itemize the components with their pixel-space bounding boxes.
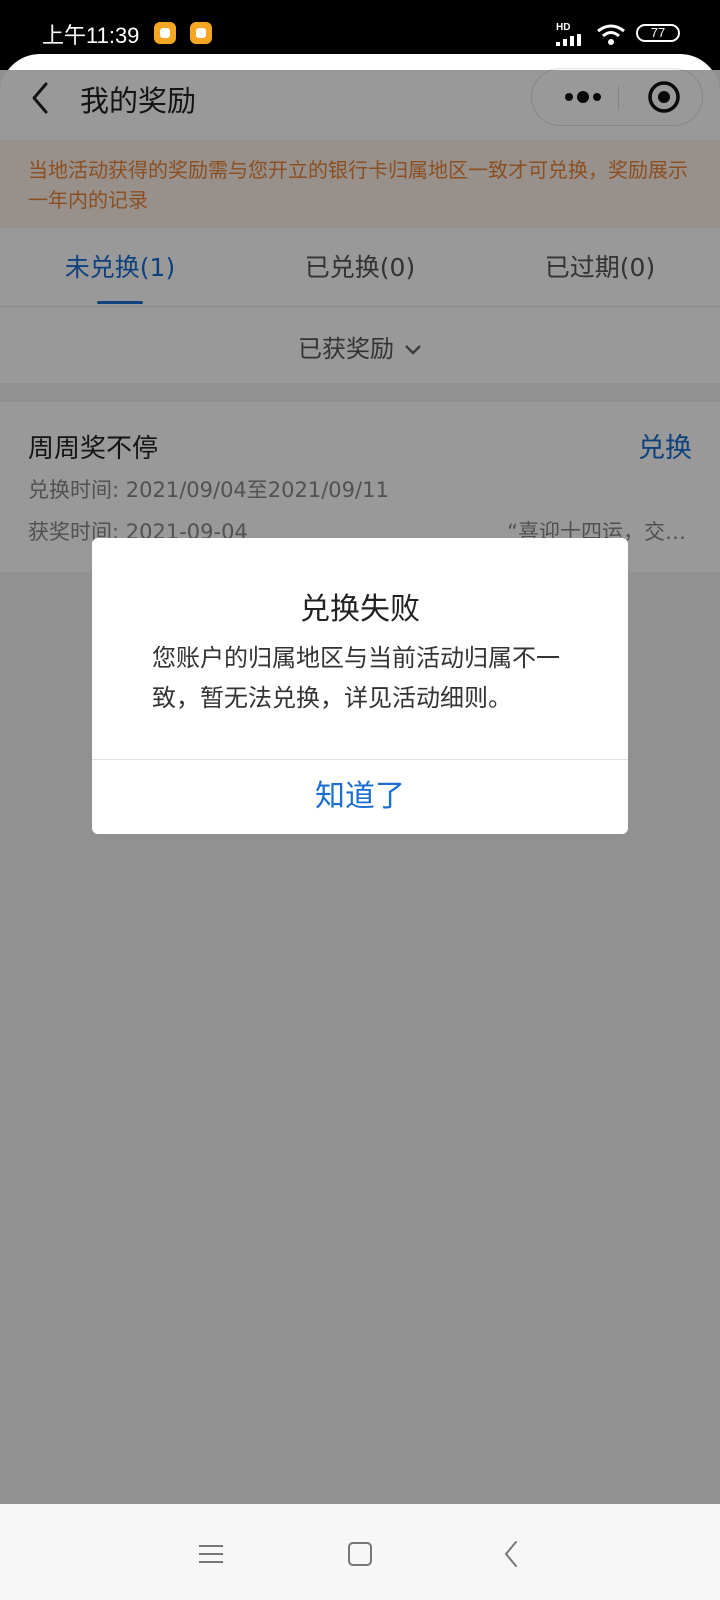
- dialog-title: 兑换失败: [300, 592, 420, 627]
- dialog-message: 您账户的归属地区与当前活动归属不一致，暂无法兑换，详见活动细则。: [152, 644, 560, 712]
- wifi-icon: [597, 24, 625, 45]
- notification-icon: [154, 22, 176, 44]
- notification-icon: [190, 22, 212, 44]
- system-navigation-bar: [0, 1504, 720, 1600]
- error-dialog: 兑换失败 您账户的归属地区与当前活动归属不一致，暂无法兑换，详见活动细则。 知道…: [92, 538, 628, 834]
- battery-indicator: 77: [636, 24, 680, 42]
- back-chevron-icon[interactable]: [492, 1534, 532, 1574]
- dialog-confirm-button[interactable]: 知道了: [92, 760, 628, 834]
- home-square-icon[interactable]: [340, 1534, 380, 1574]
- network-label: HD: [556, 22, 571, 33]
- status-time: 上午11:39: [42, 23, 140, 48]
- signal-icon: [556, 34, 581, 46]
- menu-icon[interactable]: [191, 1534, 231, 1574]
